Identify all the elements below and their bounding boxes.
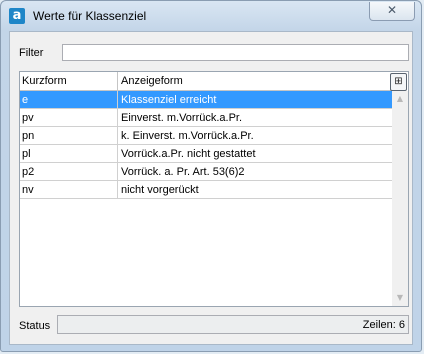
table-row[interactable]: pv Einverst. m.Vorrück.a.Pr. — [20, 109, 392, 127]
cell-anzeigeform: nicht vorgerückt — [121, 184, 199, 196]
status-bar: Zeilen: 6 — [57, 315, 409, 334]
cell-kurzform: pn — [22, 130, 35, 142]
filter-label: Filter — [19, 47, 44, 59]
column-chooser-icon[interactable]: ⊞ — [390, 73, 407, 91]
cell-divider — [117, 145, 118, 162]
table-row[interactable]: nv nicht vorgerückt — [20, 181, 392, 199]
cell-divider — [117, 91, 118, 108]
column-header-anzeigeform[interactable]: Anzeigeform — [121, 75, 183, 87]
grid-header: Kurzform Anzeigeform — [20, 72, 392, 91]
title-bar[interactable]: a Werte für Klassenziel ✕ — [1, 1, 421, 31]
cell-anzeigeform: Vorrück. a. Pr. Art. 53(6)2 — [121, 166, 245, 178]
filter-input[interactable] — [62, 44, 409, 61]
scroll-down-icon[interactable]: ▼ — [395, 293, 405, 303]
column-divider[interactable] — [117, 72, 118, 90]
cell-anzeigeform: k. Einverst. m.Vorrück.a.Pr. — [121, 130, 254, 142]
vertical-scrollbar[interactable]: ▲ ▼ — [392, 91, 408, 306]
window-title: Werte für Klassenziel — [33, 9, 147, 23]
values-grid: Kurzform Anzeigeform ⊞ e Klassenziel erre… — [19, 71, 409, 307]
cell-kurzform: p2 — [22, 166, 35, 178]
cell-kurzform: nv — [22, 184, 34, 196]
table-row[interactable]: pl Vorrück.a.Pr. nicht gestattet — [20, 145, 392, 163]
scroll-up-icon[interactable]: ▲ — [395, 94, 405, 104]
status-label: Status — [19, 320, 51, 332]
cell-divider — [117, 181, 118, 198]
app-logo-icon: a — [9, 8, 25, 24]
cell-kurzform: pv — [22, 112, 34, 124]
cell-kurzform: pl — [22, 148, 31, 160]
table-row[interactable]: pn k. Einverst. m.Vorrück.a.Pr. — [20, 127, 392, 145]
close-button[interactable]: ✕ — [369, 2, 415, 21]
cell-divider — [117, 109, 118, 126]
table-row[interactable]: e Klassenziel erreicht — [20, 91, 392, 109]
cell-divider — [117, 163, 118, 180]
dialog-window: a Werte für Klassenziel ✕ Filter Kurzfor… — [0, 0, 422, 352]
dialog-body: Filter Kurzform Anzeigeform ⊞ e Klassenzi… — [9, 31, 413, 345]
table-row[interactable]: p2 Vorrück. a. Pr. Art. 53(6)2 — [20, 163, 392, 181]
cell-anzeigeform: Vorrück.a.Pr. nicht gestattet — [121, 148, 256, 160]
cell-divider — [117, 127, 118, 144]
column-header-kurzform[interactable]: Kurzform — [22, 75, 67, 87]
cell-anzeigeform: Klassenziel erreicht — [121, 94, 217, 106]
cell-anzeigeform: Einverst. m.Vorrück.a.Pr. — [121, 112, 243, 124]
row-count: Zeilen: 6 — [362, 319, 405, 331]
cell-kurzform: e — [22, 94, 29, 106]
